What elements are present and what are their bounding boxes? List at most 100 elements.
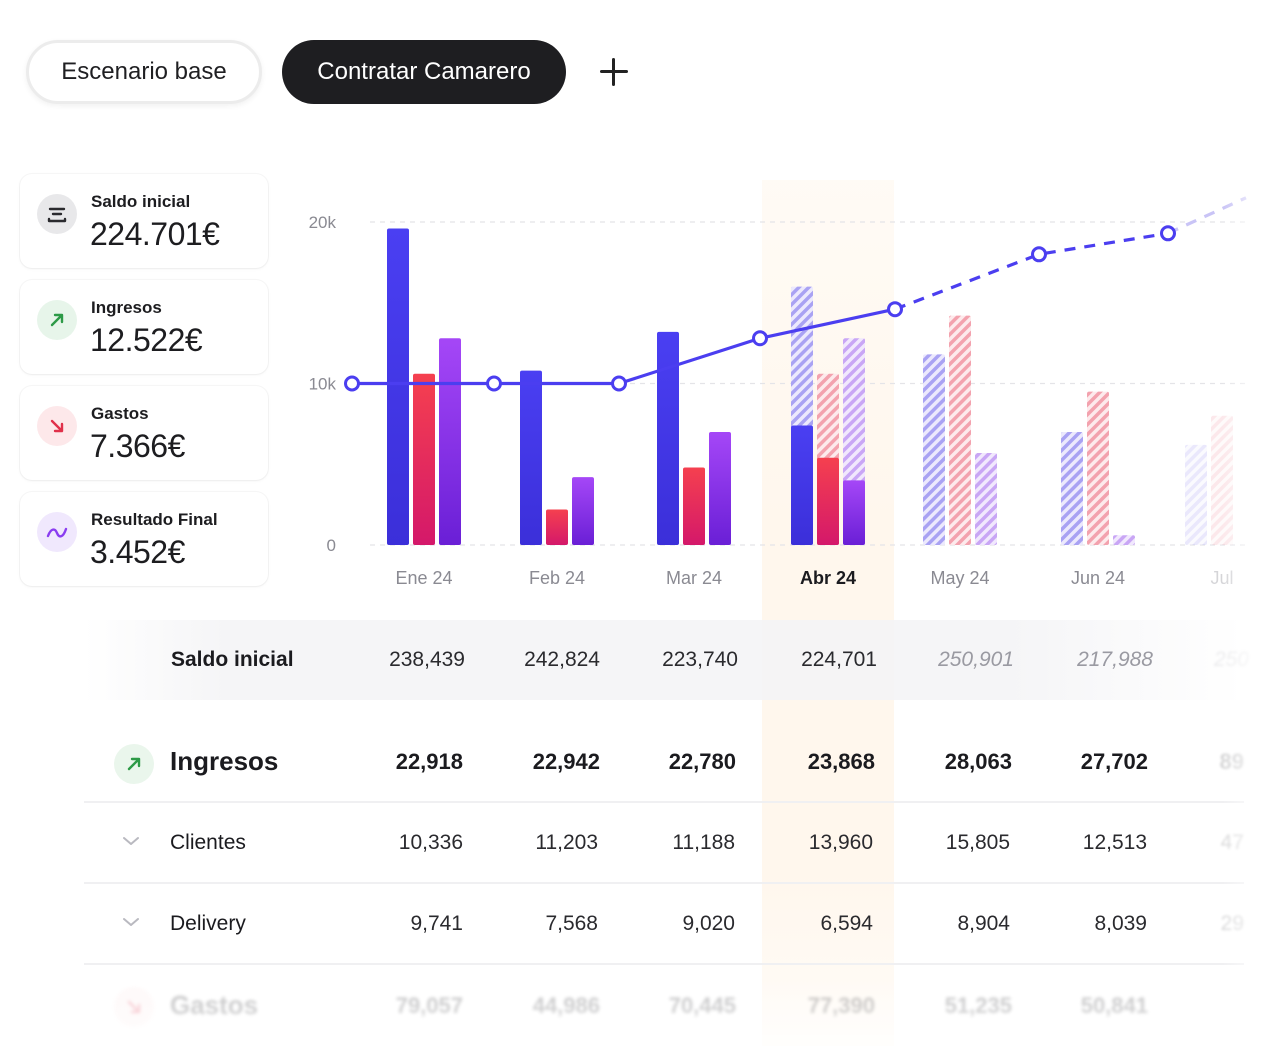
cashflow-chart: 0 10k 20k Ene 24 Feb 24 Mar 24 Abr 24 May 24 Ju…	[309, 196, 1250, 588]
bar	[520, 370, 542, 545]
table-cell: 27,702	[1080, 748, 1148, 774]
table-cell: 28,063	[944, 748, 1012, 774]
balance-line-projected	[894, 231, 1169, 311]
row-label: Clientes	[170, 830, 246, 854]
table-cell: 11,188	[672, 830, 735, 854]
projected-bar	[1113, 535, 1135, 545]
table-cell: 8,904	[957, 911, 1010, 935]
table-cell: 250	[1213, 648, 1249, 671]
table-cell: 250,901	[938, 648, 1014, 671]
arrow-down-right-icon	[114, 987, 154, 1027]
table-cell: 79,057	[395, 992, 463, 1018]
plus-icon[interactable]	[600, 58, 628, 86]
bar	[413, 373, 435, 545]
bar	[572, 477, 594, 545]
x-axis-ticks: Ene 24 Feb 24 Mar 24 Abr 24 May 24 Jun 24 Jul	[395, 568, 1233, 588]
table-row-ingresos[interactable]: Ingresos 22,918 22,942 22,780 23,868 28,…	[84, 722, 1244, 803]
bar	[843, 480, 865, 545]
table-cell: 12,513	[1082, 830, 1147, 854]
x-tick-label: Ene 24	[395, 568, 452, 588]
table-cell: 29	[1220, 911, 1244, 935]
bar	[709, 431, 731, 545]
table-cell: 8,039	[1094, 911, 1147, 935]
bar	[439, 338, 461, 545]
projected-bar	[1211, 415, 1233, 545]
table-cell: 22,918	[395, 748, 463, 774]
x-tick-label: Abr 24	[800, 568, 856, 588]
arrow-down-right-icon	[37, 406, 77, 446]
kpi-card-gastos[interactable]: Gastos 7.366€	[20, 386, 268, 480]
table-row-clientes[interactable]: Clientes 10,336 11,203 11,188 13,960 15,…	[84, 803, 1244, 884]
chevron-down-icon[interactable]	[122, 835, 140, 847]
kpi-label: Ingresos	[91, 298, 162, 317]
y-axis-ticks: 0 10k 20k	[309, 213, 337, 555]
y-tick-label: 20k	[309, 213, 337, 232]
projected-bar	[1185, 444, 1207, 545]
scenario-tab-base[interactable]: Escenario base	[26, 40, 262, 104]
line-point	[344, 375, 360, 392]
x-tick-label: Mar 24	[666, 568, 722, 588]
projected-bar	[975, 452, 997, 545]
kpi-value: 12.522€	[90, 322, 203, 358]
line-point	[752, 330, 768, 347]
x-tick-label: Feb 24	[529, 568, 585, 588]
bar	[546, 509, 568, 545]
table-cell: 47	[1220, 830, 1244, 854]
table-cell: 11,203	[535, 830, 598, 854]
projected-bar	[949, 315, 971, 545]
row-label: Delivery	[170, 911, 246, 935]
y-tick-label: 10k	[309, 375, 337, 394]
kpi-card-saldo[interactable]: Saldo inicial 224.701€	[20, 174, 268, 268]
x-tick-label: Jun 24	[1071, 568, 1125, 588]
table-row-delivery[interactable]: Delivery 9,741 7,568 9,020 6,594 8,904 8…	[84, 884, 1244, 965]
scenario-tab-active[interactable]: Contratar Camarero	[282, 40, 566, 104]
kpi-card-ingresos[interactable]: Ingresos 12.522€	[20, 280, 268, 374]
table-cell: 23,868	[807, 748, 875, 774]
balance-line	[352, 307, 896, 386]
bar	[791, 425, 813, 545]
line-point	[887, 301, 903, 318]
arrow-up-right-icon	[37, 300, 77, 340]
line-point	[1160, 225, 1176, 242]
table-cell: 70,445	[668, 992, 736, 1018]
kpi-label: Resultado Final	[91, 510, 218, 529]
line-point	[611, 375, 627, 392]
balance-icon	[37, 194, 77, 234]
table-cell: 22,942	[532, 748, 600, 774]
line-point	[1031, 246, 1047, 263]
table-row-gastos[interactable]: Gastos 79,057 44,986 70,445 77,390 51,23…	[84, 965, 1244, 1046]
bar	[683, 467, 705, 545]
projected-bar	[923, 354, 945, 545]
table-cell: 77,390	[807, 992, 875, 1018]
balance-line-projected	[1167, 196, 1247, 235]
row-label: Ingresos	[170, 746, 279, 776]
table-cell: 242,824	[524, 648, 600, 671]
table-cell: 15,805	[945, 830, 1010, 854]
projected-bar	[1087, 391, 1109, 545]
table-cell: 223,740	[662, 648, 738, 671]
trend-wave-icon	[37, 512, 77, 552]
cashflow-table: Saldo inicial 238,439 242,824 223,740 22…	[84, 620, 1249, 1046]
table-cell: 9,020	[682, 911, 735, 935]
table-cell: 22,780	[668, 748, 736, 774]
table-cell: 238,439	[389, 648, 465, 671]
bar	[817, 457, 839, 545]
row-label: Gastos	[170, 990, 259, 1020]
table-cell: 13,960	[808, 830, 873, 854]
table-cell: 217,988	[1077, 648, 1153, 671]
kpi-value: 7.366€	[90, 428, 185, 464]
table-cell: 6,594	[820, 911, 873, 935]
table-cell: 44,986	[532, 992, 600, 1018]
kpi-card-resultado[interactable]: Resultado Final 3.452€	[20, 492, 268, 586]
x-tick-label: Jul	[1210, 568, 1233, 588]
table-row-saldo[interactable]: Saldo inicial 238,439 242,824 223,740 22…	[84, 620, 1249, 700]
x-tick-label: May 24	[930, 568, 989, 588]
kpi-value: 224.701€	[90, 216, 220, 252]
table-cell: 224,701	[801, 648, 877, 671]
chevron-down-icon[interactable]	[122, 916, 140, 928]
arrow-up-right-icon	[114, 744, 154, 784]
kpi-value: 3.452€	[90, 534, 185, 570]
chart-bars	[387, 228, 1233, 545]
kpi-panel: Saldo inicial 224.701€ Ingresos 12.522€ …	[20, 174, 268, 598]
projected-bar	[1061, 431, 1083, 545]
